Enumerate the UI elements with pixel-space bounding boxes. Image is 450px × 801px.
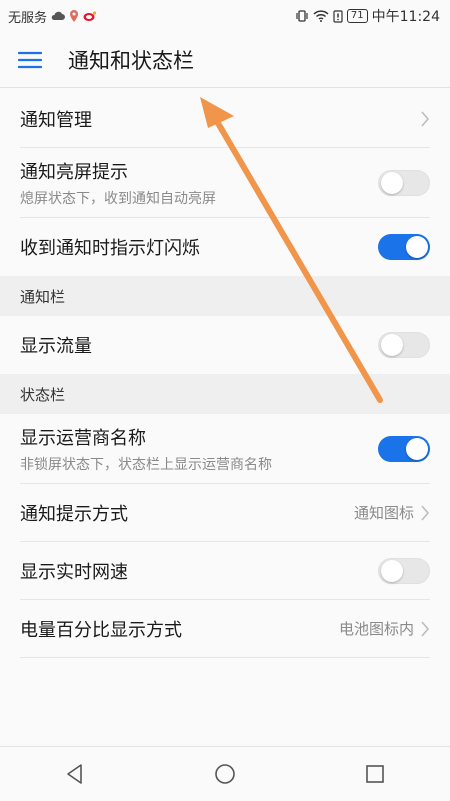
row-title: 电量百分比显示方式 — [20, 619, 182, 641]
row-text: 显示流量 — [20, 332, 92, 358]
status-right: 71 中午11:24 — [295, 6, 440, 26]
toggle-switch-on[interactable] — [378, 234, 430, 260]
recents-square-icon[interactable] — [345, 747, 405, 801]
row-notification-led[interactable]: 收到通知时指示灯闪烁 — [20, 218, 430, 276]
status-time: 中午11:24 — [371, 9, 440, 25]
row-title: 收到通知时指示灯闪烁 — [20, 238, 200, 259]
status-bar: 无服务 71 中午11:24 — [0, 0, 450, 32]
row-right: 通知图标 — [354, 502, 430, 523]
toggle-switch-on[interactable] — [378, 435, 430, 462]
wifi-icon — [313, 10, 329, 22]
vibrate-icon — [295, 10, 309, 22]
section-header-notification-bar: 通知栏 — [0, 276, 450, 316]
row-show-traffic[interactable]: 显示流量 — [20, 316, 430, 374]
row-text: 显示运营商名称 非锁屏状态下，状态栏上显示运营商名称 — [20, 424, 272, 474]
row-title: 显示实时网速 — [20, 561, 128, 583]
battery-icon: 71 — [346, 9, 368, 23]
section-header-status-bar: 状态栏 — [0, 374, 450, 414]
hamburger-menu-icon[interactable] — [18, 32, 54, 88]
toggle-switch-off[interactable] — [378, 332, 430, 358]
row-right: 电池图标内 — [339, 618, 430, 639]
row-value: 电池图标内 — [338, 620, 414, 638]
row-subtitle: 非锁屏状态下，状态栏上显示运营商名称 — [20, 456, 272, 473]
row-text: 通知管理 — [20, 106, 92, 132]
row-text: 显示实时网速 — [20, 558, 128, 584]
home-circle-icon[interactable] — [195, 747, 255, 801]
row-title: 通知提示方式 — [20, 503, 128, 525]
location-pin-icon — [69, 9, 79, 23]
carrier-text: 无服务 — [8, 10, 48, 26]
chevron-right-icon — [420, 110, 430, 127]
status-left: 无服务 — [8, 7, 97, 26]
row-value: 通知图标 — [353, 504, 414, 522]
row-battery-percentage[interactable]: 电量百分比显示方式 电池图标内 — [20, 600, 430, 658]
toggle-switch-off[interactable] — [378, 169, 430, 196]
toggle-knob — [406, 437, 428, 460]
navigation-bar — [0, 746, 450, 801]
toggle-knob — [381, 334, 403, 356]
toggle-knob — [381, 171, 403, 194]
row-title: 显示运营商名称 — [20, 427, 146, 449]
chevron-right-icon — [420, 620, 430, 637]
cloud-icon — [51, 11, 66, 21]
row-title: 显示流量 — [20, 336, 92, 357]
row-title: 通知亮屏提示 — [20, 161, 128, 183]
toggle-knob — [381, 559, 403, 582]
row-show-carrier-name[interactable]: 显示运营商名称 非锁屏状态下，状态栏上显示运营商名称 — [20, 414, 430, 484]
alert-icon — [333, 9, 343, 23]
row-notification-style[interactable]: 通知提示方式 通知图标 — [20, 484, 430, 542]
page-title: 通知和状态栏 — [68, 48, 194, 73]
back-triangle-icon[interactable] — [45, 747, 105, 801]
row-text: 通知亮屏提示 熄屏状态下，收到通知自动亮屏 — [20, 158, 216, 208]
row-subtitle: 熄屏状态下，收到通知自动亮屏 — [20, 190, 216, 207]
settings-list: 通知管理 通知亮屏提示 熄屏状态下，收到通知自动亮屏 收到通知时指示灯闪烁 通知… — [0, 90, 450, 658]
row-text: 电量百分比显示方式 — [20, 616, 182, 642]
chevron-right-icon — [420, 504, 430, 521]
row-title: 通知管理 — [20, 109, 92, 131]
row-text: 通知提示方式 — [20, 500, 128, 526]
toggle-switch-off[interactable] — [378, 557, 430, 584]
row-notification-wake-screen[interactable]: 通知亮屏提示 熄屏状态下，收到通知自动亮屏 — [20, 148, 430, 218]
row-notification-management[interactable]: 通知管理 — [20, 90, 430, 148]
weibo-icon — [83, 10, 97, 22]
row-network-speed[interactable]: 显示实时网速 — [20, 542, 430, 600]
toggle-knob — [406, 236, 428, 258]
row-text: 收到通知时指示灯闪烁 — [20, 234, 200, 260]
app-bar: 通知和状态栏 — [0, 32, 450, 88]
